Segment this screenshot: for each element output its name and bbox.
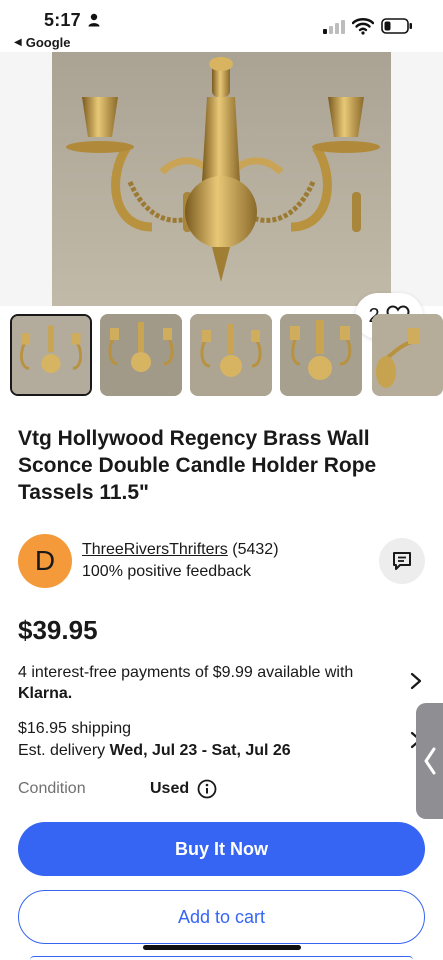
status-bar: 5:17 ◀ Google [0, 0, 443, 52]
shipping-cost: $16.95 shipping [18, 720, 131, 737]
chevron-right-icon[interactable] [409, 671, 423, 691]
buy-it-now-button[interactable]: Buy It Now [18, 822, 425, 876]
installments-text: 4 interest-free payments of $9.99 availa… [18, 664, 354, 681]
listing-title: Vtg Hollywood Regency Brass Wall Sconce … [18, 427, 377, 504]
klarna-logo: Klarna. [18, 685, 73, 702]
thumbnail-image [100, 314, 182, 396]
seller-avatar[interactable]: D [18, 534, 72, 588]
seller-initial: D [34, 545, 56, 576]
condition-value: Used [150, 780, 190, 797]
item-price: $39.95 [18, 615, 98, 645]
thumbnail-image [372, 314, 443, 396]
thumbnail-4[interactable] [280, 314, 362, 396]
installments-info[interactable]: 4 interest-free payments of $9.99 availa… [18, 662, 388, 704]
seller-name-link[interactable]: ThreeRiversThrifters [82, 541, 228, 558]
thumbnail-image [190, 314, 272, 396]
thumbnail-2[interactable] [100, 314, 182, 396]
status-time: 5:17 [44, 10, 81, 30]
battery-icon [381, 18, 412, 34]
seller-rating-count: (5432) [232, 541, 279, 558]
condition-label: Condition [18, 780, 86, 797]
thumbnail-3[interactable] [190, 314, 272, 396]
delivery-range: Wed, Jul 23 - Sat, Jul 26 [109, 742, 291, 759]
person-icon [88, 13, 100, 27]
home-indicator[interactable] [143, 945, 301, 950]
thumbnail-5[interactable] [372, 314, 443, 396]
message-icon [393, 552, 411, 570]
chevron-left-icon [424, 747, 435, 775]
delivery-prefix: Est. delivery [18, 742, 106, 759]
thumbnail-image [280, 314, 362, 396]
thumbnail-image [12, 316, 90, 394]
seller-info: ThreeRiversThrifters (5432) [82, 541, 279, 559]
add-to-cart-button[interactable]: Add to cart [18, 890, 425, 944]
thumbnail-strip[interactable] [0, 314, 443, 400]
delivery-estimate: Est. delivery Wed, Jul 23 - Sat, Jul 26 [18, 742, 291, 760]
product-image-gallery[interactable]: 2 [0, 52, 443, 339]
back-app-label: Google [25, 35, 71, 50]
seller-feedback: 100% positive feedback [82, 563, 251, 580]
cellular-signal-icon [323, 20, 345, 34]
thumbnail-1[interactable] [10, 314, 92, 396]
next-button-edge [30, 956, 413, 960]
back-to-app-link[interactable]: ◀ Google [14, 35, 70, 50]
info-icon[interactable] [197, 779, 217, 799]
wifi-icon [352, 18, 374, 35]
product-main-image [52, 52, 391, 306]
message-seller-button[interactable] [379, 538, 425, 584]
side-panel-handle[interactable] [416, 703, 443, 819]
back-triangle-icon: ◀ [14, 37, 22, 48]
